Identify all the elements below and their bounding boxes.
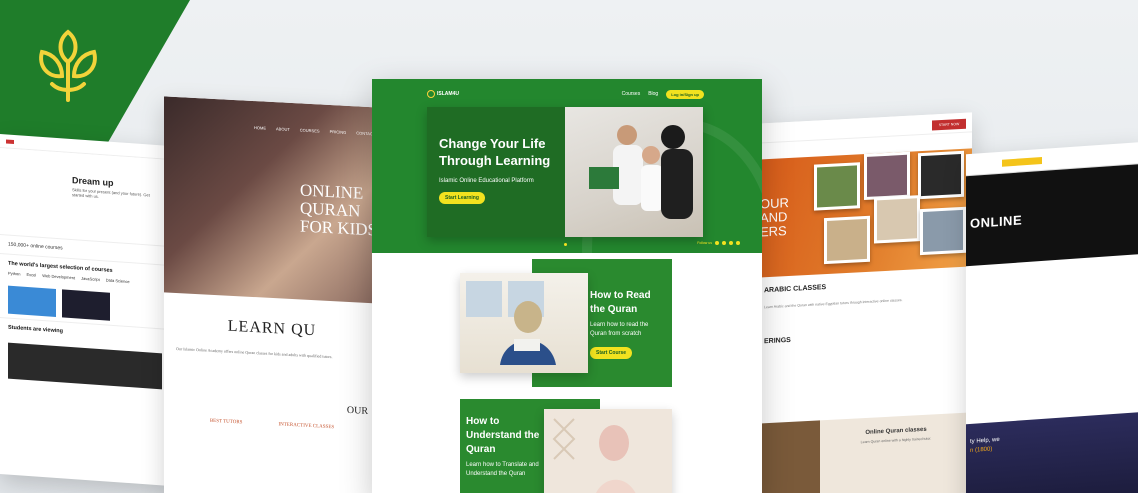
hero-banner: Change Your Life Through Learning Islami…: [427, 107, 703, 237]
login-signup-button[interactable]: Log in/Sign up: [666, 89, 704, 99]
brand-logo[interactable]: ISLAM4U: [427, 90, 459, 98]
hero-text: Change Your Life Through Learning Islami…: [427, 107, 565, 237]
kids-hero-title-line: ONLINE QURAN: [300, 180, 364, 221]
woman-reading-icon: [466, 281, 556, 365]
arabic-bottom-section: Online Quran classes Learn Quran online …: [758, 412, 972, 493]
tutor-photo: [824, 215, 870, 265]
arabic-bottom-text: Online Quran classes Learn Quran online …: [820, 412, 972, 493]
online-night-text-line: n (1800): [970, 446, 993, 455]
arabic-bottom-image: [758, 420, 820, 493]
online-hero-title: ONLINE: [970, 212, 1023, 232]
course-card-understand-quran: How to Understand the Quran Learn how to…: [460, 399, 672, 493]
arabic-offerings-title: ERINGS: [764, 336, 791, 346]
preview-dark-thumbnail: [8, 342, 162, 390]
course-title-line: How to Read: [590, 290, 651, 301]
site-logo-icon: [6, 138, 14, 144]
kids-nav: HOME ABOUT COURSES PRICING CONTACT: [254, 125, 375, 136]
course-title-line: the Quran: [590, 304, 638, 315]
arabic-hero-title: OUR AND ERS: [760, 195, 789, 240]
kids-feature: INTERACTIVE CLASSES: [278, 422, 335, 431]
preview-tab: Excel: [26, 271, 37, 278]
social-links: Follow us: [697, 241, 740, 245]
main-nav: ISLAM4U Courses Blog Log in/Sign up: [427, 87, 704, 101]
islam4u-site-preview: ISLAM4U Courses Blog Log in/Sign up Chan…: [372, 79, 762, 493]
family-reading-photo: [565, 107, 703, 237]
online-topbar-button: [1002, 156, 1042, 167]
start-course-button[interactable]: Start Course: [590, 347, 633, 359]
family-illustration-icon: [589, 125, 693, 219]
youtube-icon[interactable]: [722, 241, 726, 245]
online-hero: ONLINE: [966, 163, 1138, 267]
kids-features: BEST TUTORS INTERACTIVE CLASSES: [176, 417, 368, 432]
nav-link-courses[interactable]: Courses: [622, 91, 641, 97]
kids-nav-item: ABOUT: [276, 126, 290, 132]
online-night-text: ty Help, we n (1800): [970, 436, 1000, 456]
start-learning-button[interactable]: Start Learning: [439, 192, 485, 204]
nav-links: Courses Blog Log in/Sign up: [622, 89, 704, 99]
nav-link-blog[interactable]: Blog: [648, 91, 658, 97]
kids-nav-item: HOME: [254, 125, 266, 131]
hero-title: Change Your Life Through Learning: [439, 135, 557, 169]
arabic-hero-title-line: ERS: [760, 223, 787, 240]
preview-hero: Dream up Skills for your present (and yo…: [0, 148, 170, 246]
kids-hero: HOME ABOUT COURSES PRICING CONTACT ONLIN…: [164, 96, 380, 304]
preview-tab: Data Science: [105, 277, 130, 285]
course-card-read-quran: How to Read the Quran Learn how to read …: [460, 259, 672, 387]
online-night-section: ty Help, we n (1800): [966, 411, 1138, 493]
course-title-read-quran: How to Read the Quran: [590, 289, 666, 317]
tutor-photo: [918, 150, 964, 200]
tutor-photo: [814, 162, 860, 211]
twitter-icon[interactable]: [736, 241, 740, 245]
start-now-button: START NOW: [932, 118, 966, 131]
course-site-preview-left: Dream up Skills for your present (and yo…: [0, 134, 170, 486]
kids-hero-title: ONLINE QURAN FOR KIDS: [300, 180, 380, 240]
quran-kids-site-preview: HOME ABOUT COURSES PRICING CONTACT ONLIN…: [164, 96, 380, 493]
arabic-hero: OUR AND ERS: [758, 148, 972, 278]
preview-tab: Web Development: [42, 273, 76, 281]
tutor-photos: [814, 150, 970, 272]
social-label: Follow us: [697, 241, 712, 245]
preview-tab: Python: [8, 270, 21, 277]
tutor-photo: [920, 206, 966, 256]
tree-logo-icon: [39, 29, 97, 102]
tutor-photo: [864, 151, 910, 201]
online-site-preview-right: ONLINE ty Help, we n (1800): [966, 141, 1138, 493]
tutor-photo: [874, 195, 920, 244]
instagram-icon[interactable]: [715, 241, 719, 245]
kids-feature: BEST TUTORS: [209, 418, 243, 426]
course-desc-read-quran: Learn how to read the Quran from scratch: [590, 322, 649, 337]
course-image-understand-quran: [544, 409, 672, 493]
kids-nav-item: COURSES: [299, 127, 320, 134]
course-image-read-quran: [460, 273, 588, 373]
facebook-icon[interactable]: [729, 241, 733, 245]
hero-title-line: Through Learning: [439, 153, 551, 168]
kids-hero-title-line: FOR KIDS: [300, 216, 377, 240]
woman-studying-icon: [544, 409, 672, 493]
slider-dot[interactable]: [564, 243, 567, 246]
arabic-classes-site-preview: START NOW OUR AND ERS ARABIC CLASSES Lea…: [758, 112, 972, 493]
hero-title-line: Change Your Life: [439, 136, 546, 151]
brand-name: ISLAM4U: [437, 91, 459, 97]
hero-subtitle: Islamic Online Educational Platform: [439, 178, 534, 184]
kids-body: LEARN QU Our Islamic Online Academy offe…: [164, 292, 380, 450]
preview-tab: JavaScript: [81, 275, 100, 283]
kids-paragraph: Our Islamic Online Academy offers online…: [176, 345, 333, 360]
kids-section-title: OUR: [346, 404, 368, 418]
brand-icon: [427, 90, 435, 98]
main-header: ISLAM4U Courses Blog Log in/Sign up Chan…: [372, 79, 762, 379]
course-thumbnail: [62, 289, 110, 321]
course-thumbnail: [8, 285, 56, 317]
kids-learn-title: LEARN QU: [227, 317, 317, 340]
kids-nav-item: PRICING: [329, 129, 347, 135]
